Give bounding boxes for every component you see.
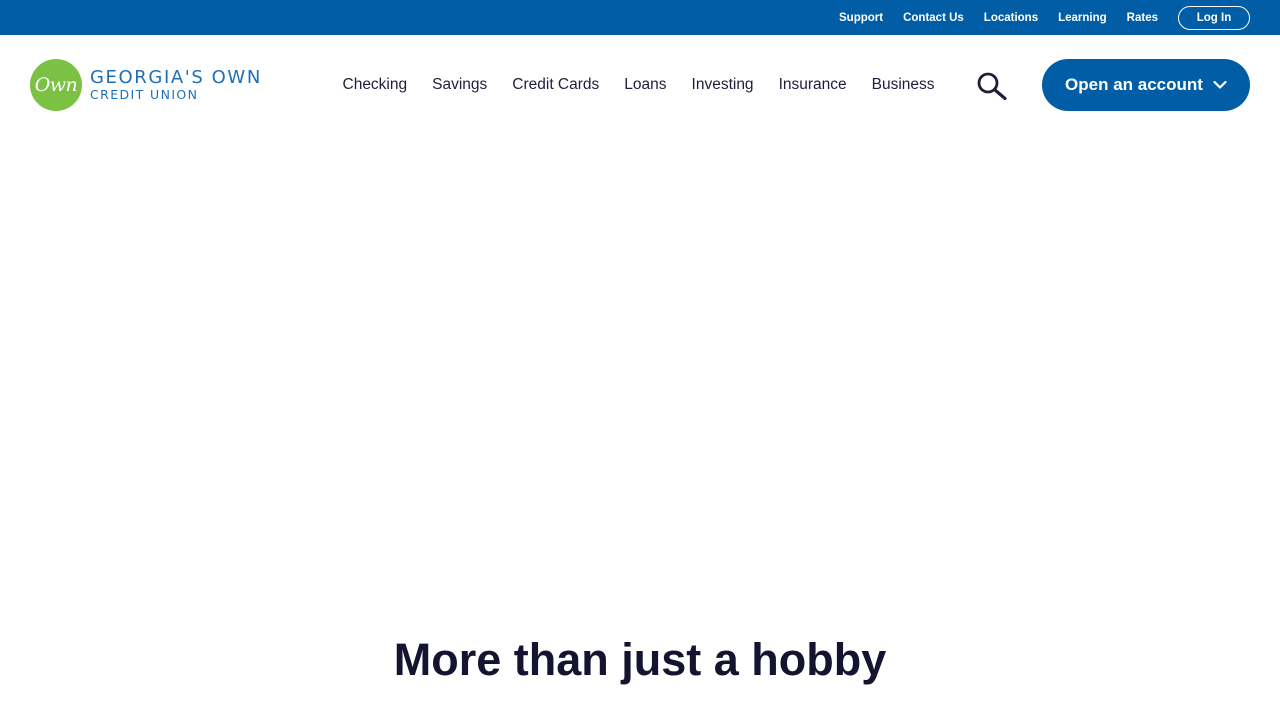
utility-link-locations[interactable]: Locations: [984, 12, 1038, 24]
nav-item-insurance[interactable]: Insurance: [779, 76, 847, 94]
utility-link-support[interactable]: Support: [839, 12, 883, 24]
search-icon: [977, 72, 1007, 101]
georgias-own-logo[interactable]: Own GEORGIA'S OWN CREDIT UNION: [30, 59, 262, 111]
nav-item-loans[interactable]: Loans: [624, 76, 666, 94]
chevron-down-icon: [1213, 80, 1227, 89]
main-header: Own GEORGIA'S OWN CREDIT UNION Checking …: [0, 35, 1280, 135]
utility-bar: Support Contact Us Locations Learning Ra…: [0, 0, 1280, 35]
logo-line-1: GEORGIA'S OWN: [90, 67, 262, 88]
open-account-label: Open an account: [1065, 75, 1203, 94]
section-title: More than just a hobby: [393, 634, 887, 685]
log-in-button[interactable]: Log In: [1178, 5, 1250, 30]
nav-item-investing[interactable]: Investing: [692, 76, 754, 94]
utility-nav: Support Contact Us Locations Learning Ra…: [839, 0, 1250, 35]
logo-mark: Own: [30, 59, 82, 111]
nav-item-savings[interactable]: Savings: [432, 76, 487, 94]
nav-item-business[interactable]: Business: [872, 76, 935, 94]
logo-line-2: CREDIT UNION: [90, 87, 199, 102]
primary-nav: Checking Savings Credit Cards Loans Inve…: [330, 72, 947, 98]
nav-item-checking[interactable]: Checking: [343, 76, 408, 94]
nav-item-credit-cards[interactable]: Credit Cards: [512, 76, 599, 94]
utility-link-contact-us[interactable]: Contact Us: [903, 12, 964, 24]
hero-area: [0, 135, 1280, 615]
open-account-button[interactable]: Open an account: [1042, 59, 1250, 111]
utility-link-learning[interactable]: Learning: [1058, 12, 1107, 24]
search-button[interactable]: [976, 72, 1008, 101]
utility-link-rates[interactable]: Rates: [1127, 12, 1158, 24]
logo-wordmark: GEORGIA'S OWN CREDIT UNION: [90, 68, 262, 102]
